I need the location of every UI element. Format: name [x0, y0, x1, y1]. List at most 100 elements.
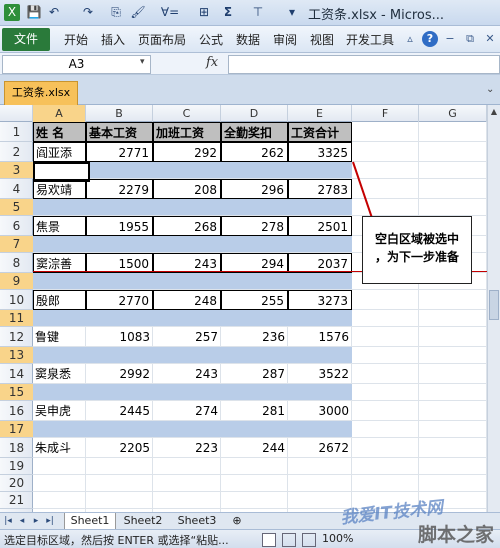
window-minimize-icon[interactable]: −: [442, 31, 458, 47]
value-cell[interactable]: 262: [221, 142, 288, 162]
header-cell[interactable]: 姓 名: [33, 122, 86, 142]
selected-blank-row[interactable]: [33, 199, 352, 215]
value-cell[interactable]: 268: [153, 216, 221, 236]
value-cell[interactable]: 248: [153, 290, 221, 310]
header-cell[interactable]: 全勤奖扣: [221, 122, 288, 142]
name-cell[interactable]: 吴申虎: [33, 401, 86, 421]
value-cell[interactable]: 296: [221, 179, 288, 199]
formula-icon[interactable]: ∀=: [158, 4, 182, 21]
scroll-thumb[interactable]: [489, 290, 499, 320]
prev-sheet-icon[interactable]: ◂: [16, 513, 28, 529]
row-header[interactable]: 1: [0, 122, 33, 142]
name-cell[interactable]: 鲁键: [33, 327, 86, 347]
last-sheet-icon[interactable]: ▸|: [44, 513, 56, 529]
name-cell[interactable]: 殷郎: [33, 290, 86, 310]
value-cell[interactable]: 1083: [86, 327, 153, 347]
page-break-view-icon[interactable]: [302, 533, 316, 547]
row-header[interactable]: 12: [0, 327, 33, 347]
name-box[interactable]: A3: [2, 55, 151, 74]
value-cell[interactable]: 2770: [86, 290, 153, 310]
row-header[interactable]: 6: [0, 216, 33, 236]
tab-formulas[interactable]: 公式: [199, 31, 223, 48]
value-cell[interactable]: 244: [221, 438, 288, 458]
save-icon[interactable]: 💾: [26, 4, 42, 21]
normal-view-icon[interactable]: [262, 533, 276, 547]
next-sheet-icon[interactable]: ▸: [30, 513, 42, 529]
column-header-c[interactable]: C: [153, 105, 221, 122]
row-header[interactable]: 11: [0, 310, 33, 327]
column-header-e[interactable]: E: [288, 105, 352, 122]
value-cell[interactable]: 1955: [86, 216, 153, 236]
row-header[interactable]: 4: [0, 179, 33, 199]
value-cell[interactable]: 2771: [86, 142, 153, 162]
tab-page-layout[interactable]: 页面布局: [138, 31, 186, 48]
column-header-g[interactable]: G: [419, 105, 487, 122]
minimize-ribbon-icon[interactable]: ▵: [402, 31, 418, 47]
align-icon[interactable]: ⊤: [250, 4, 266, 21]
name-cell[interactable]: 朱成斗: [33, 438, 86, 458]
row-header[interactable]: 19: [0, 458, 33, 475]
tab-view[interactable]: 视图: [310, 31, 334, 48]
select-all-corner[interactable]: [0, 105, 33, 122]
value-cell[interactable]: 2445: [86, 401, 153, 421]
tab-review[interactable]: 审阅: [273, 31, 297, 48]
value-cell[interactable]: 257: [153, 327, 221, 347]
tab-insert[interactable]: 插入: [101, 31, 125, 48]
worksheet-grid[interactable]: 姓 名基本工资 加班工资 全勤奖扣 工资合计 阎亚添 2771 292 262 3325 易欢靖 2…: [33, 122, 500, 512]
value-cell[interactable]: 2037: [288, 253, 352, 273]
name-cell[interactable]: 窦泉悉: [33, 364, 86, 384]
value-cell[interactable]: 3522: [288, 364, 352, 384]
name-box-dropdown-icon[interactable]: ▾: [140, 57, 145, 67]
redo-icon[interactable]: ↷: [80, 4, 96, 21]
selected-blank-row[interactable]: [33, 421, 352, 437]
value-cell[interactable]: 281: [221, 401, 288, 421]
formula-input[interactable]: [228, 55, 500, 74]
insert-sheet-icon[interactable]: ⊕: [226, 513, 248, 529]
value-cell[interactable]: 2205: [86, 438, 153, 458]
value-cell[interactable]: 255: [221, 290, 288, 310]
value-cell[interactable]: 243: [153, 253, 221, 273]
selected-blank-row[interactable]: [33, 384, 352, 400]
column-header-f[interactable]: F: [352, 105, 419, 122]
format-painter-icon[interactable]: 🖌: [130, 4, 146, 21]
row-header[interactable]: 20: [0, 475, 33, 492]
value-cell[interactable]: 223: [153, 438, 221, 458]
zoom-level[interactable]: 100%: [322, 532, 353, 545]
selected-blank-row[interactable]: [33, 310, 352, 326]
tab-home[interactable]: 开始: [64, 31, 88, 48]
scroll-up-icon[interactable]: ▲: [488, 105, 500, 119]
borders-icon[interactable]: ⊞: [196, 4, 212, 21]
expand-icon[interactable]: ⌄: [486, 84, 494, 95]
name-cell[interactable]: 易欢靖: [33, 179, 86, 199]
row-header[interactable]: 16: [0, 401, 33, 421]
row-header[interactable]: 9: [0, 273, 33, 290]
value-cell[interactable]: 2672: [288, 438, 352, 458]
column-header-b[interactable]: B: [86, 105, 153, 122]
name-cell[interactable]: 阎亚添: [33, 142, 86, 162]
row-header[interactable]: 10: [0, 290, 33, 310]
customize-qat-icon[interactable]: ▾: [286, 4, 298, 21]
selected-blank-row[interactable]: [33, 347, 352, 363]
row-header[interactable]: 5: [0, 199, 33, 216]
header-cell[interactable]: 基本工资: [86, 122, 153, 142]
workbook-tab[interactable]: 工资条.xlsx: [4, 81, 78, 106]
excel-app-icon[interactable]: X: [4, 4, 20, 21]
print-preview-icon[interactable]: ⎘: [108, 4, 124, 21]
value-cell[interactable]: 3273: [288, 290, 352, 310]
value-cell[interactable]: 3325: [288, 142, 352, 162]
value-cell[interactable]: 287: [221, 364, 288, 384]
sheet-tab-sheet2[interactable]: Sheet2: [118, 513, 168, 529]
value-cell[interactable]: 294: [221, 253, 288, 273]
value-cell[interactable]: 274: [153, 401, 221, 421]
column-header-d[interactable]: D: [221, 105, 288, 122]
column-header-a[interactable]: A: [33, 105, 86, 122]
selected-blank-row[interactable]: [33, 273, 352, 289]
row-header[interactable]: 17: [0, 421, 33, 438]
row-header[interactable]: 21: [0, 492, 33, 509]
value-cell[interactable]: 2501: [288, 216, 352, 236]
value-cell[interactable]: 2783: [288, 179, 352, 199]
vertical-scrollbar[interactable]: ▲: [487, 105, 500, 512]
undo-icon[interactable]: ↶: [46, 4, 62, 21]
window-close-icon[interactable]: ✕: [482, 31, 498, 47]
sheet-tab-sheet1[interactable]: Sheet1: [64, 513, 116, 529]
